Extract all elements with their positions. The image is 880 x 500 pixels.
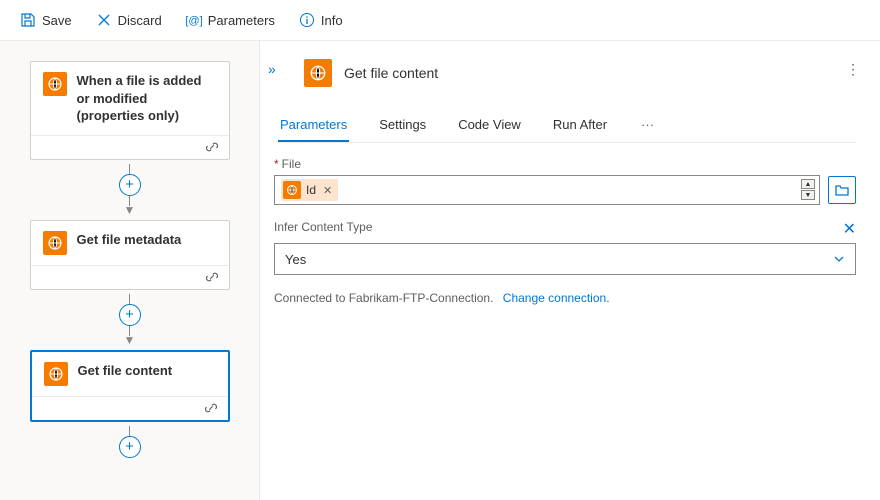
chevron-down-icon	[833, 253, 845, 265]
card-header: Get file content	[32, 352, 228, 396]
ftp-icon	[44, 362, 68, 386]
field-infer-content-type: Infer Content Type ✕ Yes	[274, 219, 856, 275]
connection-text: Connected to Fabrikam-FTP-Connection.	[274, 291, 493, 305]
add-step-button[interactable]: +	[119, 304, 141, 326]
add-step-button[interactable]: +	[119, 436, 141, 458]
card-title: Get file content	[78, 362, 173, 380]
save-label: Save	[42, 13, 72, 28]
workflow-step-content[interactable]: Get file content	[30, 350, 230, 422]
connector: + ▼	[119, 290, 141, 350]
browse-folder-button[interactable]	[828, 176, 856, 204]
field-file: * File Id ✕ ▲ ▼	[274, 157, 856, 205]
infer-content-type-select[interactable]: Yes	[274, 243, 856, 275]
info-icon	[299, 12, 315, 28]
connector-line	[129, 426, 130, 436]
arrow-down-icon: ▼	[124, 334, 136, 346]
add-step-button[interactable]: +	[119, 174, 141, 196]
field-row: Id ✕ ▲ ▼	[274, 175, 856, 205]
workflow-canvas: When a file is added or modified (proper…	[0, 41, 260, 500]
save-icon	[20, 12, 36, 28]
required-asterisk: *	[274, 157, 279, 171]
field-header: Infer Content Type ✕	[274, 219, 856, 239]
save-button[interactable]: Save	[12, 8, 80, 32]
file-input[interactable]: Id ✕ ▲ ▼	[274, 175, 820, 205]
dynamic-token-id[interactable]: Id ✕	[281, 179, 338, 201]
connection-info: Connected to Fabrikam-FTP-Connection. Ch…	[274, 291, 856, 305]
discard-icon	[96, 12, 112, 28]
toolbar: Save Discard [@] Parameters Info	[0, 0, 880, 41]
ftp-icon	[43, 231, 67, 255]
connection-link-icon[interactable]	[205, 270, 219, 284]
remove-token-button[interactable]: ✕	[323, 184, 332, 197]
parameters-button[interactable]: [@] Parameters	[178, 8, 283, 32]
tab-settings[interactable]: Settings	[377, 109, 428, 142]
field-label: * File	[274, 157, 856, 171]
remove-field-button[interactable]: ✕	[843, 219, 856, 239]
parameters-label: Parameters	[208, 13, 275, 28]
change-connection-link[interactable]: Change connection.	[503, 291, 610, 305]
connection-link-icon[interactable]	[205, 140, 219, 154]
info-button[interactable]: Info	[291, 8, 351, 32]
parameters-icon: [@]	[186, 12, 202, 28]
card-footer	[31, 135, 229, 159]
collapse-panel-button[interactable]: »	[268, 61, 276, 77]
select-value: Yes	[285, 252, 306, 267]
connection-link-icon[interactable]	[204, 401, 218, 415]
connector-line	[129, 294, 130, 304]
discard-button[interactable]: Discard	[88, 8, 170, 32]
ftp-icon	[283, 181, 301, 199]
more-options-button[interactable]: ⋮	[846, 61, 860, 78]
card-header: When a file is added or modified (proper…	[31, 62, 229, 135]
card-footer	[32, 396, 228, 420]
token-label: Id	[306, 183, 316, 197]
workflow-step-metadata[interactable]: Get file metadata	[30, 220, 230, 290]
connector: + ▼	[119, 160, 141, 220]
spinner: ▲ ▼	[801, 179, 815, 200]
card-title: Get file metadata	[77, 231, 182, 249]
card-header: Get file metadata	[31, 221, 229, 265]
file-label: File	[282, 157, 301, 171]
tabs: Parameters Settings Code View Run After …	[278, 109, 856, 143]
connector-end: +	[119, 422, 141, 462]
discard-label: Discard	[118, 13, 162, 28]
detail-header: Get file content	[304, 59, 856, 87]
tab-code-view[interactable]: Code View	[456, 109, 523, 142]
ftp-icon	[304, 59, 332, 87]
card-title: When a file is added or modified (proper…	[77, 72, 217, 125]
arrow-down-icon: ▼	[124, 204, 136, 216]
connector-line	[129, 164, 130, 174]
detail-title: Get file content	[344, 65, 438, 81]
spinner-down-button[interactable]: ▼	[801, 190, 815, 200]
card-footer	[31, 265, 229, 289]
spinner-up-button[interactable]: ▲	[801, 179, 815, 189]
info-label: Info	[321, 13, 343, 28]
workflow-step-trigger[interactable]: When a file is added or modified (proper…	[30, 61, 230, 160]
main: When a file is added or modified (proper…	[0, 41, 880, 500]
chevron-right-double-icon: »	[268, 61, 276, 77]
ftp-icon	[43, 72, 67, 96]
tab-parameters[interactable]: Parameters	[278, 109, 349, 142]
tabs-overflow-button[interactable]: ···	[637, 109, 658, 142]
detail-panel: » ⋮ Get file content Parameters Settings…	[260, 41, 880, 500]
infer-content-type-label: Infer Content Type	[274, 220, 373, 234]
folder-icon	[834, 182, 850, 198]
tab-run-after[interactable]: Run After	[551, 109, 609, 142]
svg-text:[@]: [@]	[186, 15, 202, 27]
